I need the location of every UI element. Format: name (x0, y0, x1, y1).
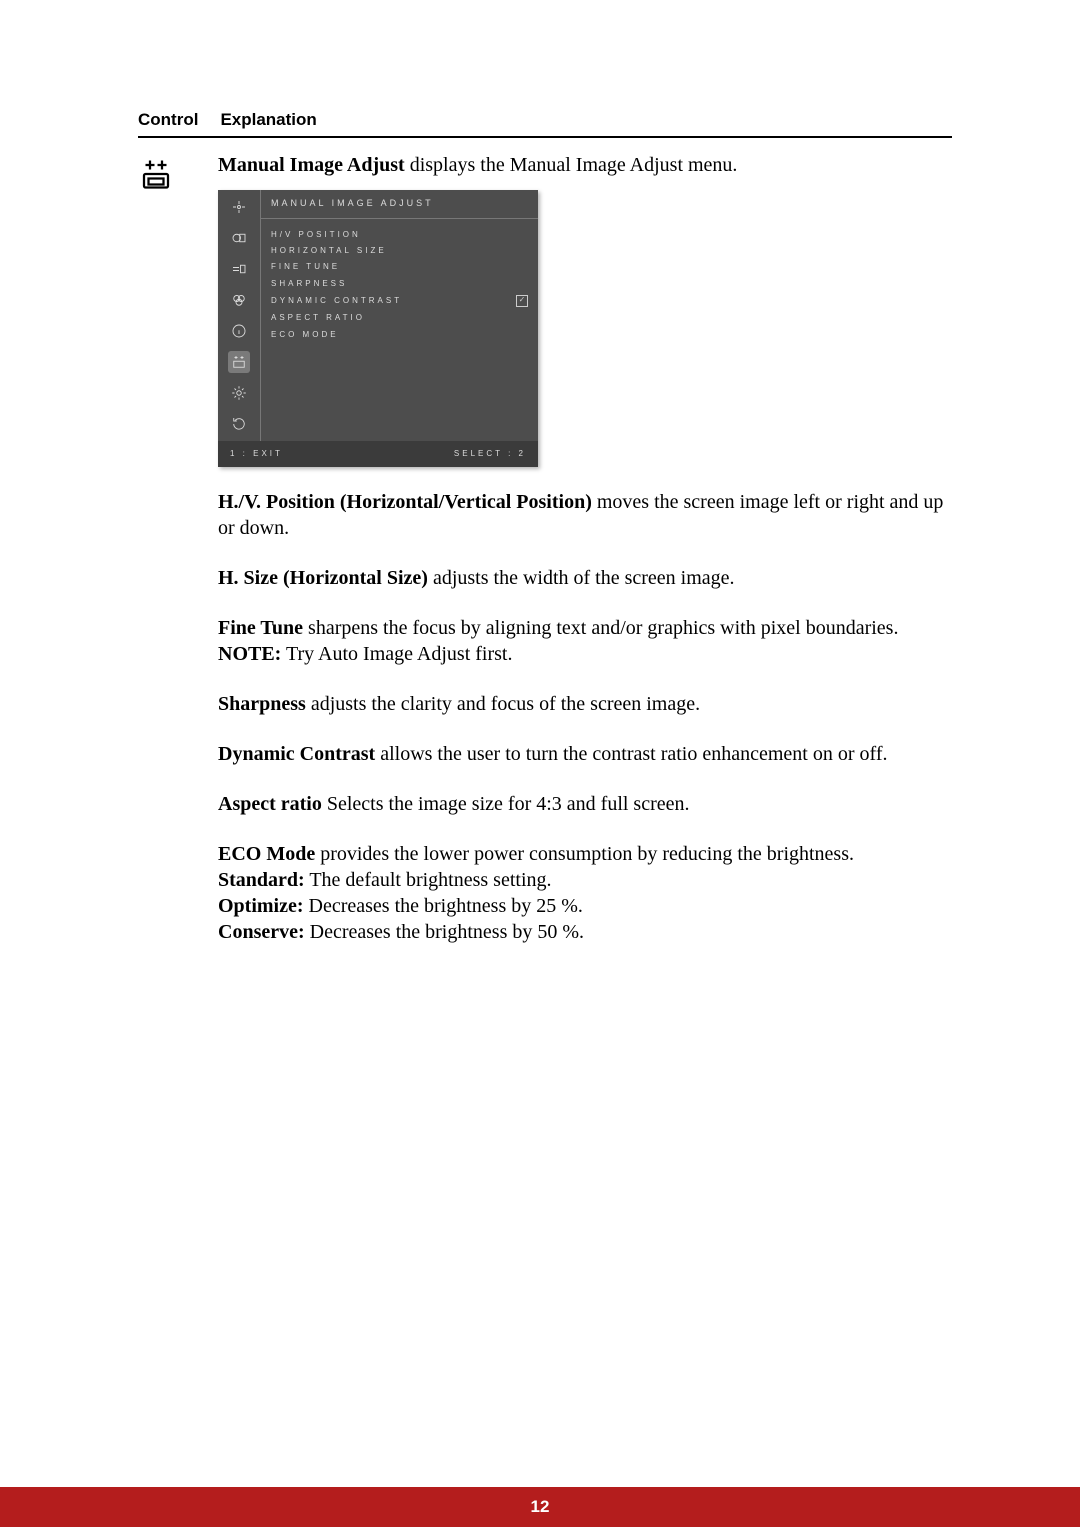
manual-image-adjust-icon (138, 175, 174, 197)
intro-rest: displays the Manual Image Adjust menu. (405, 154, 738, 176)
h-size-desc: H. Size (Horizontal Size) adjusts the wi… (218, 565, 952, 591)
checkbox-icon: ✓ (516, 295, 528, 307)
osd-footer-select: SELECT : 2 (454, 449, 526, 459)
col-header-control: Control (138, 110, 198, 130)
eco-mode-desc: ECO Mode provides the lower power consum… (218, 841, 952, 867)
eco-conserve: Conserve: Decreases the brightness by 50… (218, 919, 952, 945)
osd-list: H/V POSITION HORIZONTAL SIZE FINE TUNE S… (261, 219, 538, 433)
osd-item: HORIZONTAL SIZE (271, 243, 528, 259)
eco-optimize: Optimize: Decreases the brightness by 25… (218, 893, 952, 919)
osd-footer-exit: 1 : EXIT (230, 449, 283, 459)
osd-item: H/V POSITION (271, 227, 528, 243)
osd-title: MANUAL IMAGE ADJUST (261, 190, 538, 219)
hv-position-desc: H./V. Position (Horizontal/Vertical Posi… (218, 489, 952, 541)
header-divider (138, 136, 952, 138)
memory-recall-icon (228, 413, 250, 435)
setup-menu-icon (228, 382, 250, 404)
osd-sidebar (218, 190, 261, 441)
fine-tune-note: NOTE: Try Auto Image Adjust first. (218, 641, 952, 667)
sharpness-desc: Sharpness adjusts the clarity and focus … (218, 691, 952, 717)
color-adjust-icon (228, 289, 250, 311)
col-header-explanation: Explanation (220, 110, 316, 130)
fine-tune-desc: Fine Tune sharpens the focus by aligning… (218, 615, 952, 641)
eco-standard: Standard: The default brightness setting… (218, 867, 952, 893)
osd-menu: MANUAL IMAGE ADJUST H/V POSITION HORIZON… (218, 190, 538, 467)
osd-item: ASPECT RATIO (271, 310, 528, 326)
contrast-icon (228, 227, 250, 249)
osd-item: SHARPNESS (271, 276, 528, 292)
manual-image-adjust-icon (228, 351, 250, 373)
osd-item: FINE TUNE (271, 259, 528, 275)
information-icon (228, 320, 250, 342)
osd-item: ECO MODE (271, 327, 528, 343)
intro-text: Manual Image Adjust displays the Manual … (218, 152, 952, 178)
osd-item: DYNAMIC CONTRAST✓ (271, 292, 528, 310)
dynamic-contrast-desc: Dynamic Contrast allows the user to turn… (218, 741, 952, 767)
input-select-icon (228, 258, 250, 280)
page-number: 12 (531, 1497, 550, 1517)
auto-adjust-icon (228, 196, 250, 218)
aspect-ratio-desc: Aspect ratio Selects the image size for … (218, 791, 952, 817)
intro-bold: Manual Image Adjust (218, 154, 405, 176)
page-footer: 12 (0, 1487, 1080, 1527)
